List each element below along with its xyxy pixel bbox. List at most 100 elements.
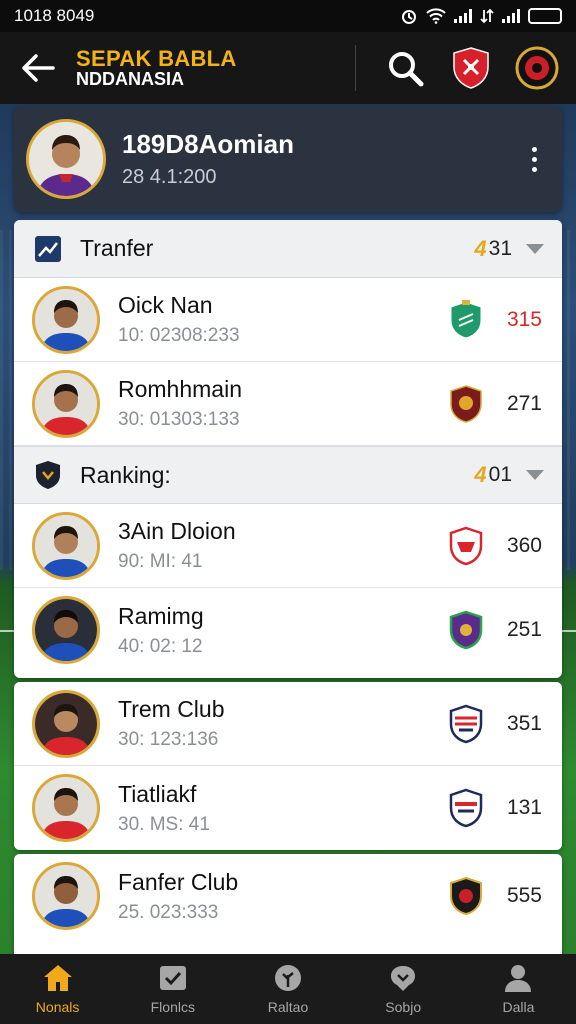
data-icon xyxy=(480,8,494,24)
profile-card[interactable]: 189D8Aomian 28 4.1:200 xyxy=(14,106,562,212)
club-badge-button[interactable] xyxy=(442,39,500,97)
row-info: Romhhmain 30: 01303:133 xyxy=(118,376,448,431)
list-item[interactable]: Fanfer Club 25. 023:333 555 xyxy=(14,854,562,938)
row-info: Oick Nan 10: 02308:233 xyxy=(118,292,448,347)
row-info: Trem Club 30: 123:136 xyxy=(118,696,448,751)
nav-item-profile[interactable]: Dalla xyxy=(461,954,576,1024)
avatar xyxy=(32,774,100,842)
section-count: 4 31 xyxy=(474,235,512,261)
search-icon xyxy=(389,52,424,87)
player-meta: 40: 02: 12 xyxy=(118,635,203,657)
chevron-down-icon[interactable] xyxy=(526,243,544,254)
nav-item-home[interactable]: Nonals xyxy=(0,954,115,1024)
bottom-nav: Nonals Flonlcs Raltao Sobjo Dalla xyxy=(0,954,576,1024)
player-avatar-icon xyxy=(35,692,97,755)
player-avatar-icon xyxy=(35,599,97,661)
home-icon xyxy=(42,963,74,993)
club-crest-icon xyxy=(448,703,484,745)
main-list-panel: Tranfer 4 31 Oick Nan 10: 02308:233 315 R… xyxy=(14,220,562,678)
avatar xyxy=(32,511,100,580)
player-meta: 30: 01303:133 xyxy=(118,409,240,430)
club-shield-icon xyxy=(453,47,489,89)
club-crest-icon xyxy=(448,875,484,917)
club-crest-icon xyxy=(448,299,484,341)
player-name: 3Ain Dloion xyxy=(118,518,236,544)
list-item[interactable]: Ramimg 40: 02: 12 251 xyxy=(14,588,562,672)
inbox-icon xyxy=(157,963,189,993)
nav-label: Nonals xyxy=(35,999,80,1015)
bolt-icon: 4 xyxy=(474,462,487,487)
avatar xyxy=(32,285,100,354)
nav-item-inbox[interactable]: Flonlcs xyxy=(115,954,230,1024)
avatar xyxy=(26,119,106,199)
header-divider xyxy=(355,45,356,91)
player-avatar-icon xyxy=(35,514,97,577)
wifi-icon xyxy=(426,8,446,24)
row-info: Tiatliakf 30. MS: 41 xyxy=(118,781,448,836)
nav-item-chat[interactable]: Sobjo xyxy=(346,954,461,1024)
search-button[interactable] xyxy=(376,39,434,97)
more-options-button[interactable] xyxy=(514,146,554,172)
signal-icon xyxy=(454,9,472,23)
club-score: 555 xyxy=(506,884,542,907)
player-score: 251 xyxy=(506,618,542,641)
list-item[interactable]: Trem Club 30: 123:136 351 xyxy=(14,682,562,766)
row-info: 3Ain Dloion 90: MI: 41 xyxy=(118,518,448,573)
section-header-transfer[interactable]: Tranfer 4 31 xyxy=(14,220,562,278)
tree-icon xyxy=(272,963,304,993)
player-avatar-icon xyxy=(35,372,97,435)
section-count: 4 01 xyxy=(474,462,512,487)
back-button[interactable] xyxy=(0,32,76,104)
player-score: 360 xyxy=(506,533,542,557)
player-avatar-icon xyxy=(29,122,103,196)
shield-icon xyxy=(34,461,62,489)
nav-item-tree[interactable]: Raltao xyxy=(230,954,345,1024)
club-name: Fanfer Club xyxy=(118,868,239,895)
player-score: 315 xyxy=(506,307,542,331)
status-icons xyxy=(400,7,562,25)
section-header-ranking[interactable]: Ranking: 4 01 xyxy=(14,446,562,504)
profile-name: 189D8Aomian xyxy=(122,129,294,159)
nav-label: Flonlcs xyxy=(150,999,195,1015)
player-avatar-icon xyxy=(35,865,97,927)
league-crest-icon xyxy=(515,46,559,90)
nav-label: Dalla xyxy=(502,999,535,1015)
avatar xyxy=(32,689,100,758)
club-meta: 25. 023:333 xyxy=(118,901,219,923)
profile-date: 28 4.1:200 xyxy=(122,166,217,188)
player-name: Romhhmain xyxy=(118,376,242,402)
list-item[interactable]: Romhhmain 30: 01303:133 271 xyxy=(14,362,562,446)
club-list-panel: Trem Club 30: 123:136 351 Tiatliakf 30. … xyxy=(14,682,562,850)
chevron-down-icon[interactable] xyxy=(526,470,544,480)
chat-icon xyxy=(387,963,419,993)
user-icon xyxy=(502,963,534,993)
avatar xyxy=(32,862,100,930)
nav-label: Sobjo xyxy=(385,999,422,1015)
club-crest-icon xyxy=(448,609,484,651)
club-score: 131 xyxy=(506,796,542,819)
app-title: SEPAK BABLA xyxy=(76,46,237,71)
app-subtitle: NDDANASIA xyxy=(76,69,184,90)
club-meta: 30. MS: 41 xyxy=(118,813,210,835)
club-name: Trem Club xyxy=(118,696,225,722)
club-name: Tiatliakf xyxy=(118,780,197,807)
league-badge-button[interactable] xyxy=(508,39,566,97)
chart-icon xyxy=(34,235,62,263)
player-name: Ramimg xyxy=(118,602,204,629)
row-info: Ramimg 40: 02: 12 xyxy=(118,603,448,658)
row-info: Fanfer Club 25. 023:333 xyxy=(118,869,448,924)
player-meta: 90: MI: 41 xyxy=(118,551,203,572)
list-item[interactable]: 3Ain Dloion 90: MI: 41 360 xyxy=(14,504,562,588)
brand: SEPAK BABLA NDDANASIA xyxy=(76,47,355,89)
signal-icon-2 xyxy=(502,9,520,23)
player-meta: 10: 02308:233 xyxy=(118,325,240,346)
profile-info: 189D8Aomian 28 4.1:200 xyxy=(122,129,514,189)
club-crest-icon xyxy=(448,525,484,567)
list-item[interactable]: Oick Nan 10: 02308:233 315 xyxy=(14,278,562,362)
bolt-icon: 4 xyxy=(474,235,487,261)
list-item[interactable]: Tiatliakf 30. MS: 41 131 xyxy=(14,766,562,850)
club-meta: 30: 123:136 xyxy=(118,729,219,750)
avatar xyxy=(32,596,100,664)
player-avatar-icon xyxy=(35,288,97,351)
player-avatar-icon xyxy=(35,777,97,839)
